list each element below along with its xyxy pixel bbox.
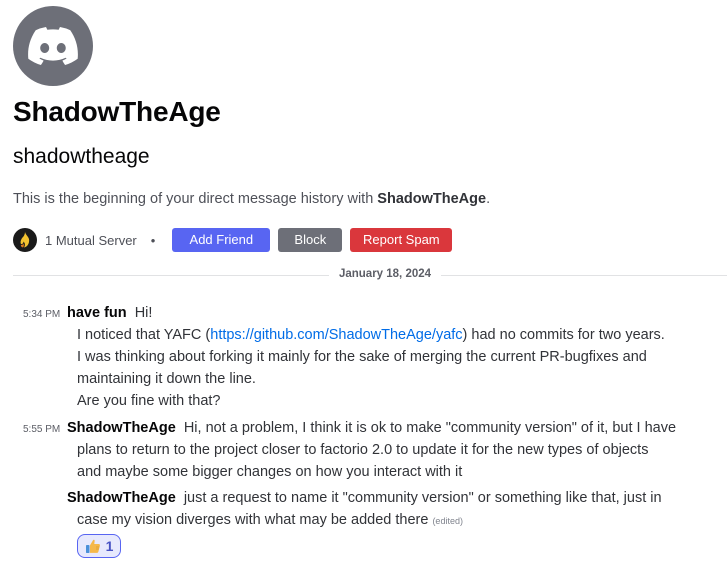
message-line: case my vision diverges with what may be… [77,509,463,532]
message-timestamp[interactable]: 5:55 PM [23,424,60,435]
reaction-button[interactable]: 1 [77,534,121,558]
block-button[interactable]: Block [278,228,343,252]
intro-prefix: This is the beginning of your direct mes… [13,191,378,207]
message-line: and maybe some bigger changes on how you… [77,464,463,480]
message-line: maintaining it down the line. [77,371,256,387]
message-author[interactable]: have fun [67,305,127,321]
dm-intro-text: This is the beginning of your direct mes… [13,191,490,207]
message-timestamp[interactable]: 5:34 PM [23,309,60,320]
message-link[interactable]: https://github.com/ShadowTheAge/yafc [210,327,462,343]
message-line: I was thinking about forking it mainly f… [77,349,647,365]
divider-line-right [441,275,727,276]
reaction-count: 1 [105,538,114,554]
thumbs-up-icon [85,539,100,553]
message-line: plans to return to the project closer to… [77,442,649,458]
message-text: just a request to name it "community ver… [183,490,662,506]
message-author[interactable]: ShadowTheAge [67,420,176,436]
message-first-line: ShadowTheAge just a request to name it "… [67,487,662,509]
date-divider: January 18, 2024 [338,268,432,280]
profile-action-row: 1 Mutual Server • Add Friend Block Repor… [13,228,460,252]
message-line: I noticed that YAFC (https://github.com/… [77,324,665,346]
message-text: I noticed that YAFC ( [77,327,211,343]
mutual-servers-link[interactable]: 1 Mutual Server [45,233,137,248]
message-text: ) had no commits for two years. [462,327,665,343]
report-spam-button[interactable]: Report Spam [350,228,453,252]
intro-name: ShadowTheAge [377,191,487,207]
message-line: Are you fine with that? [77,393,221,409]
mutual-server-icon[interactable] [13,228,37,252]
message-author[interactable]: ShadowTheAge [67,490,176,506]
message-text: Hi! [134,305,153,321]
add-friend-button[interactable]: Add Friend [172,228,271,252]
discord-logo-icon [28,27,78,65]
separator-dot: • [150,232,156,248]
message-first-line: have fun Hi! [67,302,152,324]
message-first-line: ShadowTheAge Hi, not a problem, I think … [67,417,676,439]
divider-line-left [13,275,329,276]
profile-display-name: ShadowTheAge [13,96,221,127]
avatar[interactable] [13,6,93,86]
profile-username: shadowtheage [13,145,150,168]
intro-suffix: . [486,191,491,207]
message-text: Hi, not a problem, I think it is ok to m… [183,420,677,436]
message-text: case my vision diverges with what may be… [77,512,429,528]
flame-icon [20,232,30,248]
edited-label: (edited) [432,516,463,526]
